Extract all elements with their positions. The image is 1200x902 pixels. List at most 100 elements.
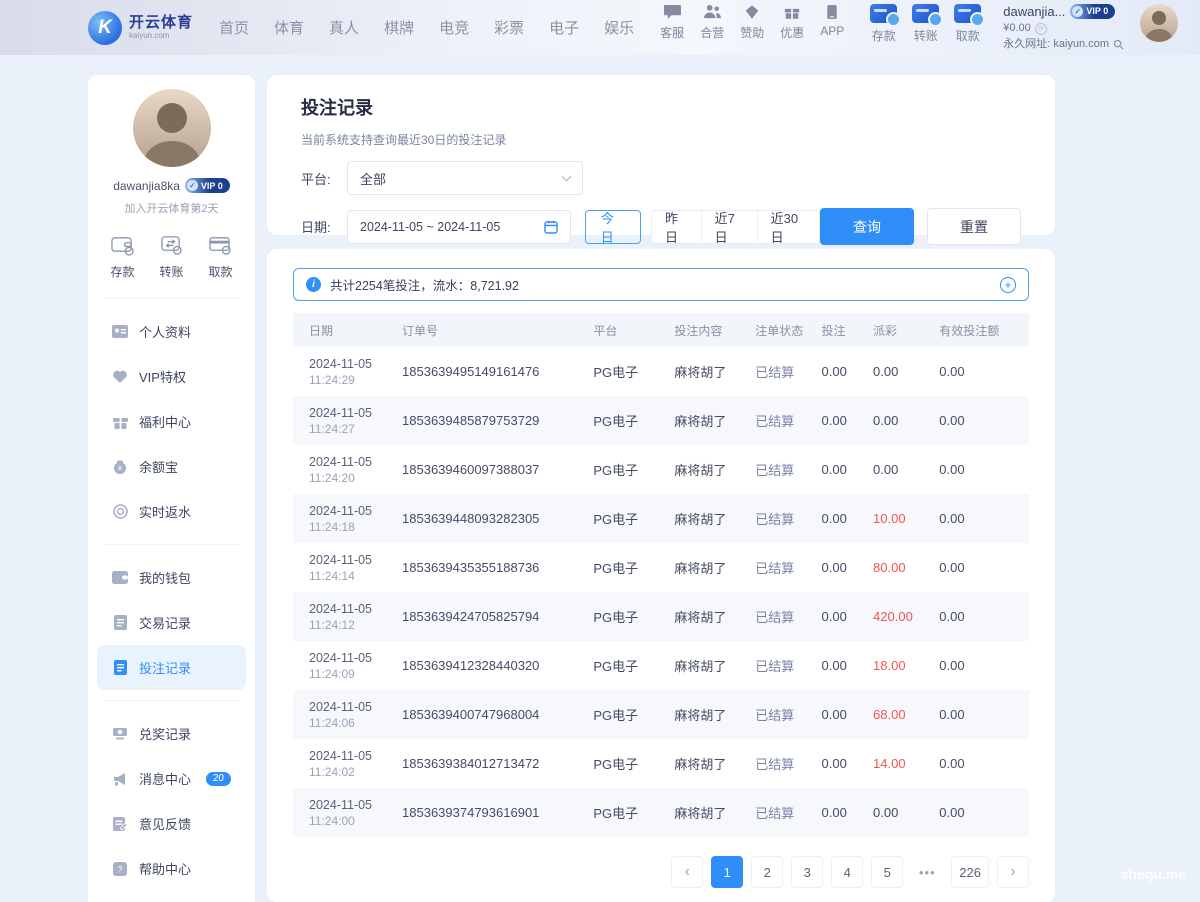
sidebar-item-wallet[interactable]: 我的钱包 (97, 555, 246, 600)
promotions-button[interactable]: 优惠 (780, 4, 804, 41)
date-range-input[interactable]: 2024-11-05 ~ 2024-11-05 (347, 210, 571, 244)
sidebar-deposit-button[interactable]: 存款 (110, 234, 135, 280)
help-icon: ? (112, 861, 128, 877)
expand-icon[interactable]: + (1000, 277, 1016, 293)
table-row[interactable]: 2024-11-05 11:24:09 1853639412328440320 … (293, 641, 1029, 690)
nav-sports[interactable]: 体育 (274, 17, 304, 38)
sidebar-item-help[interactable]: ? 帮助中心 (97, 846, 246, 891)
col-order: 订单号 (396, 313, 587, 347)
sidebar-item-welfare[interactable]: 福利中心 (97, 399, 246, 444)
deposit-button[interactable]: 存款 (870, 4, 897, 44)
sidebar-item-bet-records[interactable]: 投注记录 (97, 645, 246, 690)
cell-payout: 0.00 (867, 347, 933, 396)
quick-date-30days[interactable]: 近30日 (757, 211, 819, 243)
nav-home[interactable]: 首页 (219, 17, 249, 38)
page-button-3[interactable]: 3 (791, 856, 823, 888)
page-button-5[interactable]: 5 (871, 856, 903, 888)
table-row[interactable]: 2024-11-05 11:24:02 1853639384012713472 … (293, 739, 1029, 788)
quick-date-yesterday[interactable]: 昨日 (652, 211, 701, 243)
filters-card: 投注记录 当前系统支持查询最近30日的投注记录 平台: 全部 日期: 2024-… (267, 75, 1055, 235)
query-button[interactable]: 查询 (820, 208, 914, 245)
cell-platform: PG电子 (587, 494, 668, 543)
nav-slots[interactable]: 电子 (549, 17, 579, 38)
col-bet: 投注 (816, 313, 868, 347)
platform-select[interactable]: 全部 (347, 161, 583, 195)
pagination-next-button[interactable]: › (997, 856, 1029, 888)
table-row[interactable]: 2024-11-05 11:24:20 1853639460097388037 … (293, 445, 1029, 494)
vip-badge: ✓ VIP 0 (1070, 4, 1115, 19)
user-avatar[interactable] (1140, 4, 1178, 42)
pagination-prev-button[interactable]: ‹ (671, 856, 703, 888)
sponsor-button[interactable]: 赞助 (740, 4, 764, 41)
sidebar-item-yuebao[interactable]: ¥ 余额宝 (97, 444, 246, 489)
table-row[interactable]: 2024-11-05 11:24:29 1853639495149161476 … (293, 347, 1029, 396)
heart-shield-icon (112, 369, 128, 385)
app-download-button[interactable]: APP (820, 4, 844, 38)
cell-payout: 68.00 (867, 690, 933, 739)
cell-bet-amount: 0.00 (816, 788, 868, 837)
table-row[interactable]: 2024-11-05 11:24:18 1853639448093282305 … (293, 494, 1029, 543)
cell-payout: 0.00 (867, 396, 933, 445)
cell-bet-amount: 0.00 (816, 445, 868, 494)
page-button-226[interactable]: 226 (951, 856, 989, 888)
cell-date: 2024-11-05 11:24:02 (293, 739, 396, 788)
search-icon[interactable] (1113, 39, 1124, 50)
refresh-balance-icon[interactable]: ⟳ (1035, 23, 1047, 35)
sidebar-item-rebate[interactable]: 实时返水 (97, 489, 246, 534)
brand-logo-icon: K (88, 11, 122, 45)
sidebar-withdraw-button[interactable]: 取款 (208, 234, 233, 280)
brand-logo[interactable]: K 开云体育 kaiyun.com (88, 11, 193, 45)
page-button-4[interactable]: 4 (831, 856, 863, 888)
table-row[interactable]: 2024-11-05 11:24:27 1853639485879753729 … (293, 396, 1029, 445)
customer-service-button[interactable]: 客服 (660, 4, 684, 41)
sidebar-item-messages[interactable]: 消息中心 20 (97, 756, 246, 801)
withdraw-button[interactable]: 取款 (954, 4, 981, 44)
sidebar-item-vip[interactable]: VIP特权 (97, 354, 246, 399)
deposit-wallet-icon (110, 234, 135, 256)
col-platform: 平台 (587, 313, 668, 347)
transfer-button[interactable]: 转账 (912, 4, 939, 44)
profile-vip-badge: ✓ VIP 0 (185, 178, 230, 193)
nav-board-games[interactable]: 棋牌 (384, 17, 414, 38)
chevron-down-icon (562, 171, 572, 181)
cell-bet-content: 麻将胡了 (668, 592, 749, 641)
nav-esports[interactable]: 电竞 (439, 17, 469, 38)
sidebar-item-profile[interactable]: 个人资料 (97, 309, 246, 354)
quick-date-7days[interactable]: 近7日 (701, 211, 757, 243)
cell-date: 2024-11-05 11:24:09 (293, 641, 396, 690)
table-row[interactable]: 2024-11-05 11:24:06 1853639400747968004 … (293, 690, 1029, 739)
sidebar-item-feedback[interactable]: 意见反馈 (97, 801, 246, 846)
cell-date: 2024-11-05 11:24:00 (293, 788, 396, 837)
pagination-ellipsis: ••• (911, 856, 943, 888)
cell-bet-content: 麻将胡了 (668, 641, 749, 690)
nav-entertainment[interactable]: 娱乐 (604, 17, 634, 38)
cell-order-number: 1853639460097388037 (396, 445, 587, 494)
page-button-1[interactable]: 1 (711, 856, 743, 888)
coin-icon (112, 504, 128, 520)
cell-valid-amount: 0.00 (933, 396, 1029, 445)
partnership-button[interactable]: 合营 (700, 4, 724, 41)
page-button-2[interactable]: 2 (751, 856, 783, 888)
table-row[interactable]: 2024-11-05 11:24:14 1853639435355188736 … (293, 543, 1029, 592)
cell-status: 已结算 (749, 641, 815, 690)
user-name[interactable]: dawanjia... (1003, 4, 1065, 20)
sidebar-transfer-button[interactable]: 转账 (159, 234, 184, 280)
cell-status: 已结算 (749, 788, 815, 837)
sidebar-item-transactions[interactable]: 交易记录 (97, 600, 246, 645)
cell-valid-amount: 0.00 (933, 592, 1029, 641)
nav-live[interactable]: 真人 (329, 17, 359, 38)
document-icon (112, 615, 128, 631)
table-row[interactable]: 2024-11-05 11:24:12 1853639424705825794 … (293, 592, 1029, 641)
table-row[interactable]: 2024-11-05 11:24:00 1853639374793616901 … (293, 788, 1029, 837)
sidebar-item-prize-records[interactable]: 兑奖记录 (97, 711, 246, 756)
profile-avatar[interactable] (133, 89, 211, 167)
nav-lottery[interactable]: 彩票 (494, 17, 524, 38)
bet-table-body: 2024-11-05 11:24:29 1853639495149161476 … (293, 347, 1029, 837)
reset-button[interactable]: 重置 (927, 208, 1021, 245)
withdraw-card-icon (208, 234, 233, 256)
quick-date-today[interactable]: 今日 (585, 210, 641, 244)
page-title: 投注记录 (301, 94, 1021, 120)
cell-platform: PG电子 (587, 445, 668, 494)
pagination: ‹ 12345•••226 › (293, 856, 1029, 888)
watermark: shequ.me (1121, 866, 1186, 882)
